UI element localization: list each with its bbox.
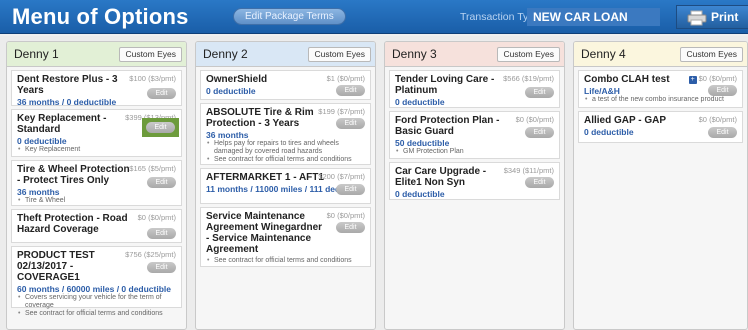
product-terms: 36 months — [206, 130, 249, 140]
column-name: Denny 1 — [14, 47, 59, 61]
edit-button[interactable]: Edit — [336, 184, 365, 195]
product-price: $100 ($3/pmt) — [129, 74, 176, 83]
product-price: $349 ($11/pmt) — [503, 166, 554, 175]
page-title: Menu of Options — [12, 4, 189, 29]
product-title: Car Care Upgrade - Elite1 Non Syn — [395, 166, 487, 188]
product-title: OwnerShield — [206, 74, 268, 85]
product-title: Theft Protection - Road Hazard Coverage — [17, 213, 128, 235]
edit-button[interactable]: Edit — [525, 127, 554, 138]
edit-button[interactable]: Edit — [525, 177, 554, 188]
product-terms: 0 deductible — [395, 97, 445, 107]
column-name: Denny 2 — [203, 47, 248, 61]
product-card: Car Care Upgrade - Elite1 Non Syn $349 (… — [389, 162, 560, 200]
product-bullet: See contract for official terms and cond… — [17, 310, 176, 318]
product-price: $0 ($0/pmt) — [698, 115, 737, 124]
column-header: Denny 3 Custom Eyes — [385, 42, 564, 67]
product-card: Key Replacement - Standard $399 ($13/pmt… — [11, 109, 182, 157]
product-card: ABSOLUTE Tire & Rim Protection - 3 Years… — [200, 103, 371, 165]
column-header: Denny 4 Custom Eyes — [574, 42, 747, 67]
product-bullet: See contract for official terms and cond… — [206, 156, 365, 164]
product-card: Tire & Wheel Protection - Protect Tires … — [11, 160, 182, 206]
product-title: Service Maintenance Agreement Winegardne… — [206, 211, 323, 255]
product-card: Tender Loving Care - Platinum $566 ($19/… — [389, 70, 560, 108]
product-price: $0 ($0/pmt) — [515, 115, 554, 124]
package-columns: Denny 1 Custom Eyes Dent Restore Plus - … — [0, 36, 748, 330]
edit-button[interactable]: Edit — [708, 127, 737, 138]
product-price: $1 ($0/pmt) — [326, 74, 365, 83]
product-title: Combo CLAH test — [584, 74, 670, 85]
product-price-text: $0 ($0/pmt) — [698, 74, 737, 83]
product-bullet: Covers servicing your vehicle for the te… — [17, 294, 176, 310]
product-card: Dent Restore Plus - 3 Years $100 ($3/pmt… — [11, 70, 182, 107]
product-bullet: Key Replacement — [17, 146, 176, 154]
product-bullet: Tire & Wheel — [17, 197, 176, 205]
product-title: Allied GAP - GAP — [584, 115, 667, 126]
print-button[interactable]: Print — [676, 5, 748, 29]
product-title: Dent Restore Plus - 3 Years — [17, 74, 118, 96]
edit-button[interactable]: Edit — [147, 262, 176, 273]
column-name: Denny 4 — [581, 47, 626, 61]
product-price: $200 ($7/pmt) — [318, 172, 365, 181]
edit-button[interactable]: Edit — [708, 85, 737, 96]
edit-package-terms-button[interactable]: Edit Package Terms — [233, 8, 346, 25]
package-column-denny-1: Denny 1 Custom Eyes Dent Restore Plus - … — [6, 41, 187, 330]
product-card: Service Maintenance Agreement Winegardne… — [200, 207, 371, 267]
product-bullet: a test of the new combo insurance produc… — [584, 96, 744, 104]
edit-button[interactable]: Edit — [336, 118, 365, 129]
product-title: AFTERMARKET 1 - AFT1 — [206, 172, 324, 183]
package-column-denny-2: Denny 2 Custom Eyes OwnerShield $1 ($0/p… — [195, 41, 376, 330]
column-name: Denny 3 — [392, 47, 437, 61]
product-terms: 60 months / 60000 miles / 0 deductible — [17, 284, 172, 294]
print-label: Print — [711, 10, 739, 24]
edit-button[interactable]: Edit — [147, 177, 176, 188]
column-header: Denny 1 Custom Eyes — [7, 42, 186, 67]
custom-eyes-button[interactable]: Custom Eyes — [308, 47, 371, 62]
edit-button[interactable]: Edit — [525, 87, 554, 98]
product-price: $0 ($0/pmt) — [326, 211, 365, 220]
product-title: PRODUCT TEST 02/13/2017 - COVERAGE1 — [17, 250, 95, 283]
top-bar: Menu of Options Edit Package Terms Trans… — [0, 0, 748, 34]
product-card: Allied GAP - GAP $0 ($0/pmt) 0 deductibl… — [578, 111, 743, 143]
product-price: $0 ($0/pmt) — [137, 213, 176, 222]
package-column-denny-3: Denny 3 Custom Eyes Tender Loving Care -… — [384, 41, 565, 330]
product-terms: 50 deductible — [395, 138, 450, 148]
product-terms: 0 deductible — [395, 189, 445, 199]
product-bullet: GM Protection Plan — [395, 148, 554, 156]
product-bullet: Helps pay for repairs to tires and wheel… — [206, 140, 365, 156]
edit-button[interactable]: Edit — [336, 222, 365, 233]
product-price: $566 ($19/pmt) — [503, 74, 554, 83]
custom-eyes-button[interactable]: Custom Eyes — [497, 47, 560, 62]
product-title: Key Replacement - Standard — [17, 113, 107, 135]
product-terms: 11 months / 11000 miles / 111 deductible — [206, 184, 346, 194]
product-card: OwnerShield $1 ($0/pmt) 0 deductible Edi… — [200, 70, 371, 100]
product-card: AFTERMARKET 1 - AFT1 $200 ($7/pmt) 11 mo… — [200, 168, 371, 204]
product-price: $199 ($7/pmt) — [318, 107, 365, 116]
product-card: Combo CLAH test +$0 ($0/pmt) Life/A&H a … — [578, 70, 743, 108]
product-card: Ford Protection Plan - Basic Guard $0 ($… — [389, 111, 560, 159]
product-card: PRODUCT TEST 02/13/2017 - COVERAGE1 $756… — [11, 246, 182, 318]
product-price: $756 ($25/pmt) — [125, 250, 176, 259]
transaction-type-select[interactable]: NEW CAR LOAN — [527, 8, 660, 26]
product-title: Tire & Wheel Protection - Protect Tires … — [17, 164, 130, 186]
product-title: Ford Protection Plan - Basic Guard — [395, 115, 500, 137]
product-card: Theft Protection - Road Hazard Coverage … — [11, 209, 182, 243]
product-bullet: See contract for official terms and cond… — [206, 257, 365, 265]
edit-button[interactable]: Edit — [336, 85, 365, 96]
package-column-denny-4: Denny 4 Custom Eyes Combo CLAH test + $0 … — [573, 41, 748, 330]
custom-eyes-button[interactable]: Custom Eyes — [119, 47, 182, 62]
edit-button[interactable]: Edit — [147, 88, 176, 99]
printer-icon — [687, 10, 707, 26]
info-icon[interactable]: + — [688, 76, 697, 84]
custom-eyes-button[interactable]: Custom Eyes — [680, 47, 743, 62]
product-terms: 36 months — [17, 187, 60, 197]
product-terms: 0 deductible — [17, 136, 67, 146]
product-price: + $0 ($0/pmt) — [688, 74, 737, 84]
edit-button[interactable]: Edit — [146, 122, 175, 133]
column-header: Denny 2 Custom Eyes — [196, 42, 375, 67]
product-price: $165 ($5/pmt) — [129, 164, 176, 173]
edit-button[interactable]: Edit — [147, 228, 176, 239]
product-title: Tender Loving Care - Platinum — [395, 74, 495, 96]
product-title: ABSOLUTE Tire & Rim Protection - 3 Years — [206, 107, 314, 129]
edit-button-highlight: Edit — [142, 118, 179, 137]
